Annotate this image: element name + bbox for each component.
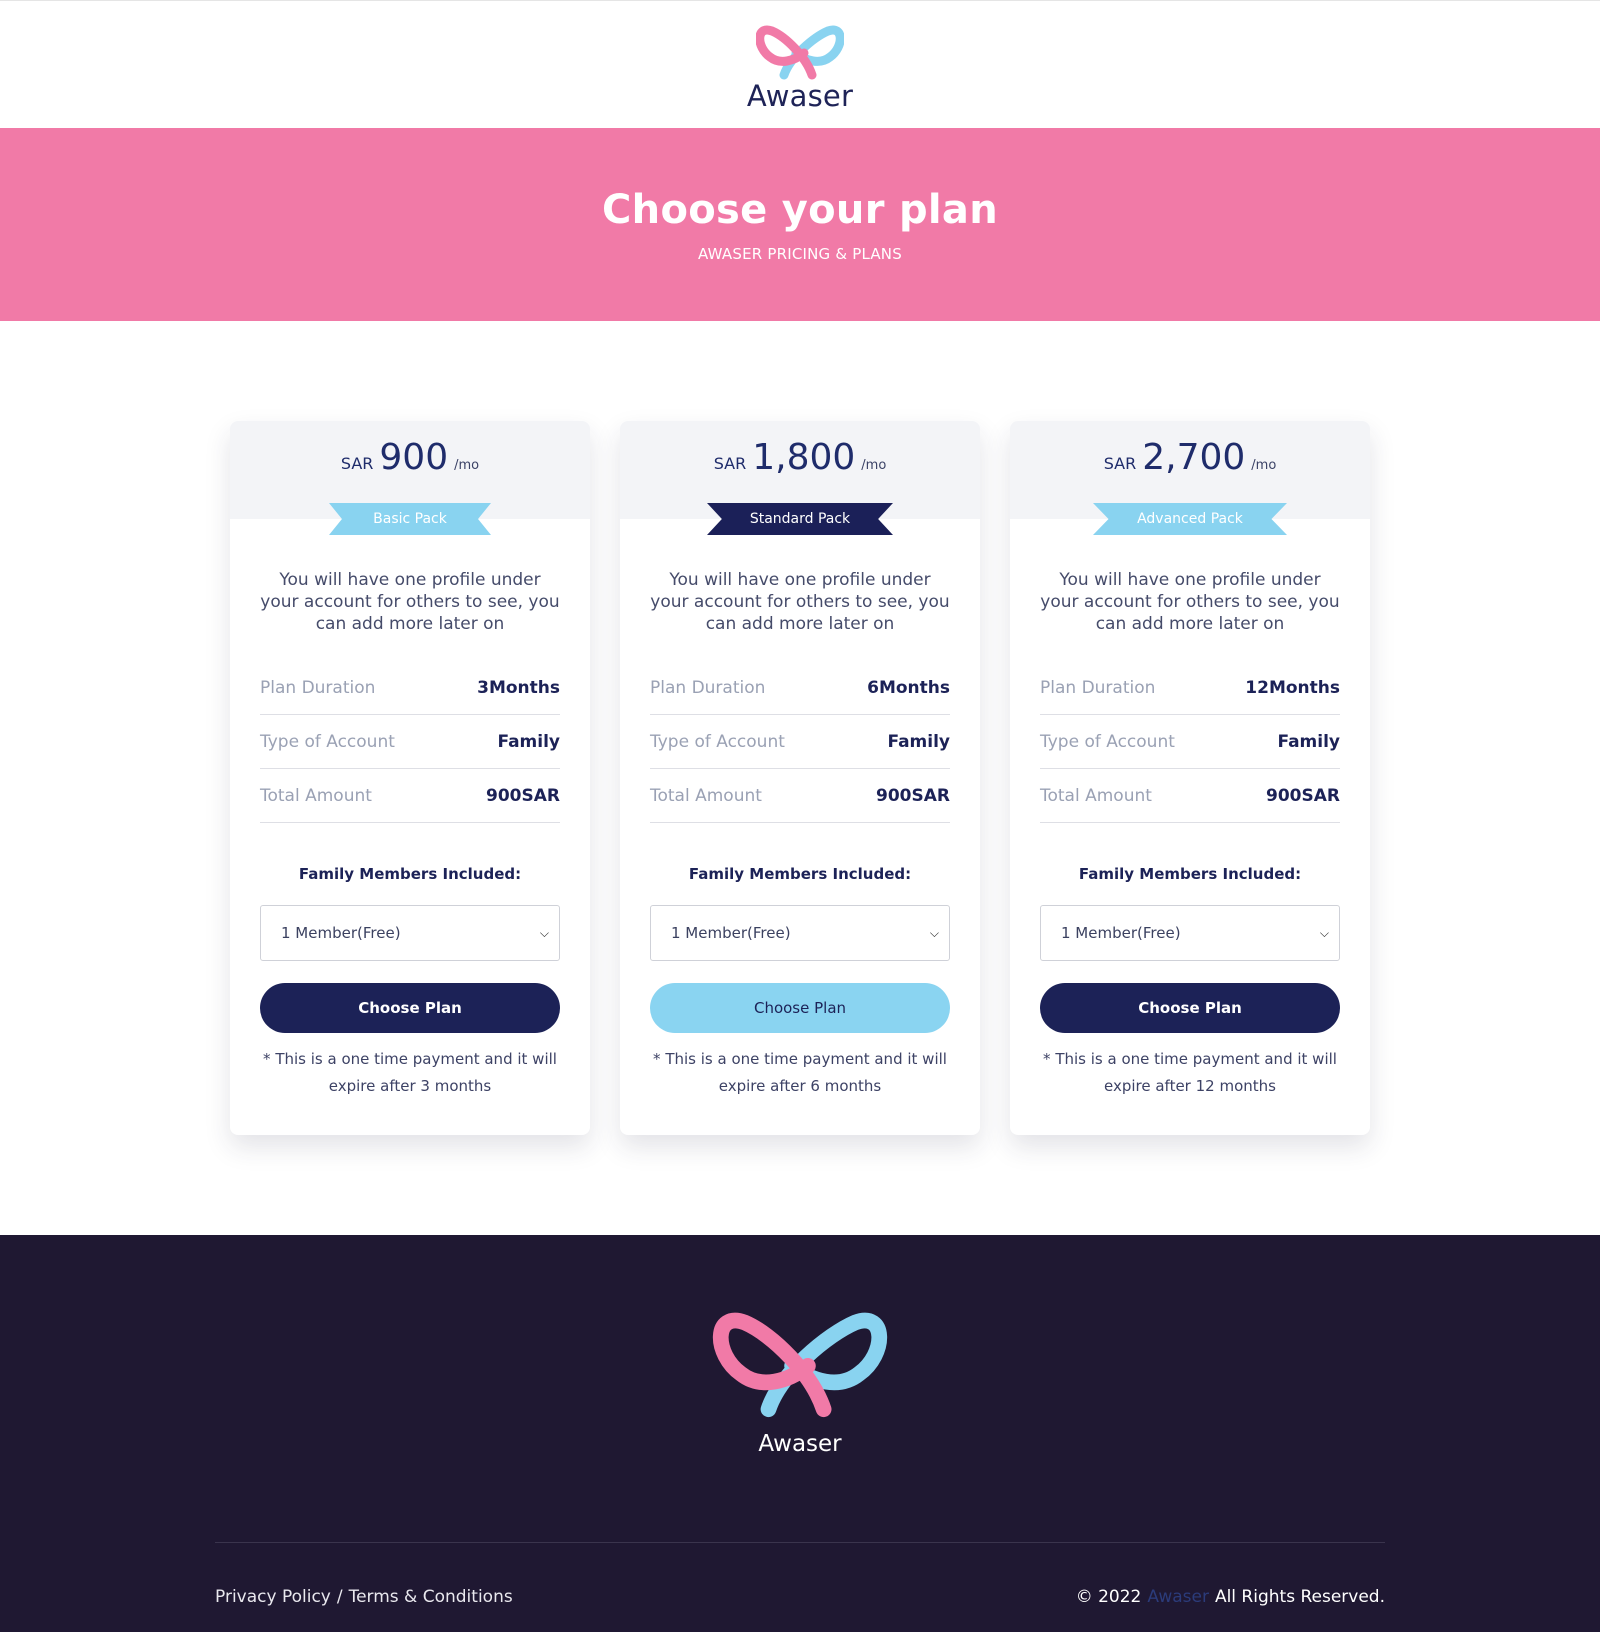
choose-plan-button[interactable]: Choose Plan: [650, 983, 950, 1033]
page-title: Choose your plan: [602, 187, 998, 233]
detail-value: 3Months: [477, 677, 560, 698]
detail-label: Type of Account: [1040, 731, 1175, 752]
plan-price: SAR 1,800 /mo: [714, 437, 887, 478]
copyright-rights: All Rights Reserved.: [1214, 1587, 1385, 1607]
members-label: Family Members Included:: [1078, 865, 1302, 883]
copyright-brand[interactable]: Awaser: [1147, 1587, 1209, 1607]
detail-label: Total Amount: [650, 785, 762, 806]
detail-value: 900SAR: [1266, 785, 1340, 806]
footer-divider: [215, 1542, 1385, 1543]
chevron-down-icon: ⌵: [1319, 925, 1329, 940]
price-period: /mo: [454, 458, 480, 473]
detail-row-account-type: Type of Account Family: [260, 715, 560, 769]
footer-brand-name: Awaser: [758, 1431, 842, 1457]
detail-label: Type of Account: [260, 731, 395, 752]
site-footer: Awaser Privacy Policy / Terms & Conditions…: [0, 1235, 1600, 1632]
terms-link[interactable]: Terms & Conditions: [349, 1587, 513, 1607]
detail-row-duration: Plan Duration 3Months: [260, 661, 560, 715]
top-header: Awaser: [0, 0, 1600, 128]
chevron-down-icon: ⌵: [539, 925, 549, 940]
plan-card-basic: SAR 900 /mo Basic Pack You will have one…: [230, 421, 590, 1135]
detail-value: Family: [497, 731, 560, 752]
plan-description: You will have one profile under your acc…: [1040, 570, 1340, 634]
copyright: © 2022 Awaser All Rights Reserved.: [1076, 1587, 1385, 1607]
price-amount: 900: [379, 437, 449, 478]
plan-details: Plan Duration 3Months Type of Account Fa…: [260, 661, 560, 823]
plan-badge: Basic Pack: [329, 503, 491, 535]
plan-price: SAR 2,700 /mo: [1104, 437, 1277, 478]
payment-note: * This is a one time payment and it will…: [1043, 1050, 1337, 1095]
detail-label: Type of Account: [650, 731, 785, 752]
detail-value: 900SAR: [486, 785, 560, 806]
detail-label: Total Amount: [1040, 785, 1152, 806]
members-select-value: 1 Member(Free): [281, 924, 401, 942]
price-currency: SAR: [340, 454, 374, 473]
choose-plan-button[interactable]: Choose Plan: [1040, 983, 1340, 1033]
header-brand[interactable]: Awaser: [747, 17, 853, 113]
detail-value: Family: [887, 731, 950, 752]
detail-label: Plan Duration: [260, 677, 376, 698]
plan-description: You will have one profile under your acc…: [260, 570, 560, 634]
detail-row-duration: Plan Duration 12Months: [1040, 661, 1340, 715]
footer-links: Privacy Policy / Terms & Conditions: [215, 1587, 513, 1607]
plan-details: Plan Duration 6Months Type of Account Fa…: [650, 661, 950, 823]
detail-row-total: Total Amount 900SAR: [1040, 769, 1340, 823]
header-brand-name: Awaser: [746, 78, 854, 113]
detail-value: 900SAR: [876, 785, 950, 806]
detail-row-total: Total Amount 900SAR: [260, 769, 560, 823]
price-amount: 2,700: [1142, 437, 1246, 478]
price-period: /mo: [1251, 458, 1277, 473]
price-period: /mo: [861, 458, 887, 473]
members-select-value: 1 Member(Free): [671, 924, 791, 942]
plan-card-standard: SAR 1,800 /mo Standard Pack You will hav…: [620, 421, 980, 1135]
plan-card-advanced: SAR 2,700 /mo Advanced Pack You will hav…: [1010, 421, 1370, 1135]
detail-label: Plan Duration: [1040, 677, 1156, 698]
members-select[interactable]: 1 Member(Free) ⌵: [650, 905, 950, 961]
privacy-policy-link[interactable]: Privacy Policy: [215, 1587, 331, 1607]
chevron-down-icon: ⌵: [929, 925, 939, 940]
detail-row-total: Total Amount 900SAR: [650, 769, 950, 823]
plan-details: Plan Duration 12Months Type of Account F…: [1040, 661, 1340, 823]
plan-price: SAR 900 /mo: [341, 437, 479, 478]
plan-description: You will have one profile under your acc…: [650, 570, 950, 634]
detail-row-duration: Plan Duration 6Months: [650, 661, 950, 715]
copyright-year: © 2022: [1075, 1587, 1142, 1607]
price-currency: SAR: [713, 454, 747, 473]
awaser-logo-icon: [755, 25, 844, 79]
footer-brand[interactable]: Awaser: [0, 1295, 1600, 1457]
detail-value: Family: [1277, 731, 1340, 752]
awaser-logo-icon: [712, 1312, 888, 1418]
members-select[interactable]: 1 Member(Free) ⌵: [260, 905, 560, 961]
detail-label: Total Amount: [260, 785, 372, 806]
detail-value: 6Months: [867, 677, 950, 698]
detail-label: Plan Duration: [650, 677, 766, 698]
members-label: Family Members Included:: [688, 865, 912, 883]
members-label: Family Members Included:: [298, 865, 522, 883]
price-amount: 1,800: [752, 437, 856, 478]
detail-value: 12Months: [1245, 677, 1340, 698]
payment-note: * This is a one time payment and it will…: [263, 1050, 557, 1095]
members-select-value: 1 Member(Free): [1061, 924, 1181, 942]
footer-link-separator: /: [336, 1587, 343, 1607]
detail-row-account-type: Type of Account Family: [1040, 715, 1340, 769]
choose-plan-button[interactable]: Choose Plan: [260, 983, 560, 1033]
plan-badge: Standard Pack: [707, 503, 893, 535]
page-subtitle: AWASER PRICING & PLANS: [698, 245, 902, 263]
detail-row-account-type: Type of Account Family: [650, 715, 950, 769]
payment-note: * This is a one time payment and it will…: [653, 1050, 947, 1095]
hero-banner: Choose your plan AWASER PRICING & PLANS: [0, 128, 1600, 321]
plans-section: SAR 900 /mo Basic Pack You will have one…: [0, 321, 1600, 1235]
plan-badge: Advanced Pack: [1093, 503, 1287, 535]
price-currency: SAR: [1103, 454, 1137, 473]
members-select[interactable]: 1 Member(Free) ⌵: [1040, 905, 1340, 961]
